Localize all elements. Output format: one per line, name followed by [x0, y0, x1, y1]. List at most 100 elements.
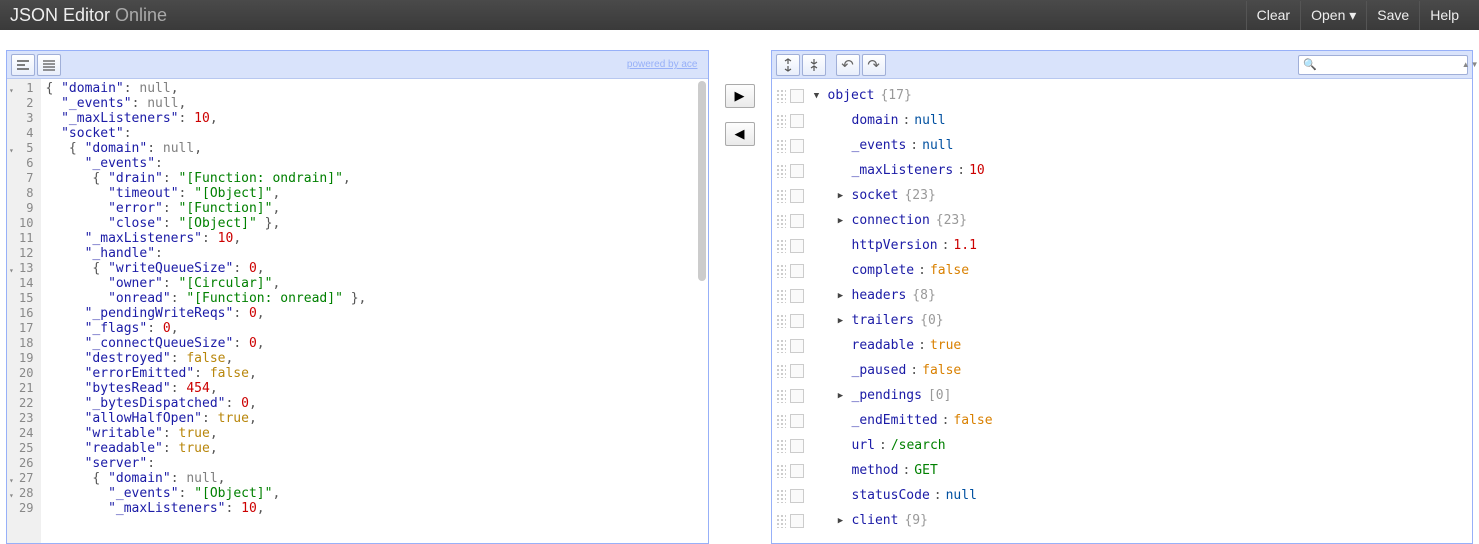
context-menu-button[interactable]	[790, 389, 804, 403]
tree-field[interactable]: url	[852, 438, 875, 453]
drag-handle-icon[interactable]	[776, 239, 786, 253]
tree-row[interactable]: _events:null	[772, 133, 1473, 158]
code-line[interactable]: "bytesRead": 454,	[45, 381, 703, 396]
tree-row[interactable]: ▶socket{23}	[772, 183, 1473, 208]
drag-handle-icon[interactable]	[776, 489, 786, 503]
powered-by-link[interactable]: powered by ace	[627, 59, 704, 70]
drag-handle-icon[interactable]	[776, 114, 786, 128]
tree-field[interactable]: domain	[852, 113, 899, 128]
copy-left-button[interactable]: ◀	[725, 122, 755, 146]
copy-right-button[interactable]: ▶	[725, 84, 755, 108]
code-line[interactable]: { "domain": null,	[45, 81, 703, 96]
tree-row[interactable]: method:GET	[772, 458, 1473, 483]
search-next-icon[interactable]: ▼	[1471, 60, 1479, 69]
tree-field[interactable]: _pendings	[852, 388, 922, 403]
context-menu-button[interactable]	[790, 264, 804, 278]
tree-row[interactable]: _maxListeners:10	[772, 158, 1473, 183]
tree-row[interactable]: url:/search	[772, 433, 1473, 458]
drag-handle-icon[interactable]	[776, 389, 786, 403]
tree-value[interactable]: false	[922, 363, 961, 378]
code-line[interactable]: "_bytesDispatched": 0,	[45, 396, 703, 411]
expand-toggle-icon[interactable]: ▶	[834, 516, 848, 526]
tree-value[interactable]: null	[914, 113, 945, 128]
tree-field[interactable]: _endEmitted	[852, 413, 938, 428]
tree-field[interactable]: _maxListeners	[852, 163, 954, 178]
drag-handle-icon[interactable]	[776, 514, 786, 528]
expand-all-button[interactable]	[776, 54, 800, 76]
tree-row[interactable]: _paused:false	[772, 358, 1473, 383]
tree-field[interactable]: headers	[852, 288, 907, 303]
drag-handle-icon[interactable]	[776, 189, 786, 203]
drag-handle-icon[interactable]	[776, 314, 786, 328]
code-line[interactable]: "_events": "[Object]",	[45, 486, 703, 501]
tree-row[interactable]: _endEmitted:false	[772, 408, 1473, 433]
fold-toggle-icon[interactable]: ▾	[9, 473, 14, 488]
code-line[interactable]: { "domain": null,	[45, 141, 703, 156]
tree-field[interactable]: readable	[852, 338, 915, 353]
tree-value[interactable]: false	[953, 413, 992, 428]
drag-handle-icon[interactable]	[776, 164, 786, 178]
expand-toggle-icon[interactable]: ▶	[834, 216, 848, 226]
code-editor[interactable]: 1▾2345▾678910111213▾14151617181920212223…	[7, 79, 708, 543]
context-menu-button[interactable]	[790, 364, 804, 378]
tree-field[interactable]: connection	[852, 213, 930, 228]
tree-view[interactable]: ▼object{17}domain:null_events:null_maxLi…	[772, 79, 1473, 543]
undo-button[interactable]: ↶	[836, 54, 860, 76]
fold-toggle-icon[interactable]: ▾	[9, 488, 14, 503]
code-line[interactable]: "_connectQueueSize": 0,	[45, 336, 703, 351]
search-prev-icon[interactable]: ▲	[1462, 60, 1470, 69]
drag-handle-icon[interactable]	[776, 364, 786, 378]
code-line[interactable]: "destroyed": false,	[45, 351, 703, 366]
context-menu-button[interactable]	[790, 164, 804, 178]
code-line[interactable]: "readable": true,	[45, 441, 703, 456]
context-menu-button[interactable]	[790, 89, 804, 103]
tree-row[interactable]: readable:true	[772, 333, 1473, 358]
context-menu-button[interactable]	[790, 139, 804, 153]
code-line[interactable]: "_pendingWriteReqs": 0,	[45, 306, 703, 321]
menu-clear[interactable]: Clear	[1246, 1, 1300, 30]
tree-row[interactable]: complete:false	[772, 258, 1473, 283]
expand-toggle-icon[interactable]: ▶	[834, 291, 848, 301]
code-line[interactable]: "_handle":	[45, 246, 703, 261]
drag-handle-icon[interactable]	[776, 89, 786, 103]
tree-field[interactable]: complete	[852, 263, 915, 278]
collapse-all-button[interactable]	[802, 54, 826, 76]
redo-button[interactable]: ↷	[862, 54, 886, 76]
tree-row[interactable]: ▶connection{23}	[772, 208, 1473, 233]
code-line[interactable]: "owner": "[Circular]",	[45, 276, 703, 291]
code-line[interactable]: "close": "[Object]" },	[45, 216, 703, 231]
context-menu-button[interactable]	[790, 339, 804, 353]
context-menu-button[interactable]	[790, 239, 804, 253]
tree-field[interactable]: method	[852, 463, 899, 478]
tree-field[interactable]: _paused	[852, 363, 907, 378]
code-line[interactable]: "error": "[Function]",	[45, 201, 703, 216]
drag-handle-icon[interactable]	[776, 464, 786, 478]
tree-field[interactable]: socket	[852, 188, 899, 203]
tree-value[interactable]: true	[930, 338, 961, 353]
tree-value[interactable]: false	[930, 263, 969, 278]
context-menu-button[interactable]	[790, 414, 804, 428]
context-menu-button[interactable]	[790, 489, 804, 503]
code-line[interactable]: "onread": "[Function: onread]" },	[45, 291, 703, 306]
fold-toggle-icon[interactable]: ▾	[9, 143, 14, 158]
context-menu-button[interactable]	[790, 114, 804, 128]
format-button[interactable]	[11, 54, 35, 76]
tree-value[interactable]: null	[946, 488, 977, 503]
tree-field[interactable]: object	[828, 88, 875, 103]
menu-help[interactable]: Help	[1419, 1, 1469, 30]
menu-open[interactable]: Open ▾	[1300, 1, 1366, 30]
context-menu-button[interactable]	[790, 464, 804, 478]
tree-value[interactable]: GET	[914, 463, 937, 478]
code-line[interactable]: "timeout": "[Object]",	[45, 186, 703, 201]
drag-handle-icon[interactable]	[776, 214, 786, 228]
code-line[interactable]: "_maxListeners": 10,	[45, 501, 703, 516]
code-body[interactable]: { "domain": null, "_events": null, "_max…	[41, 79, 707, 543]
context-menu-button[interactable]	[790, 514, 804, 528]
code-line[interactable]: { "domain": null,	[45, 471, 703, 486]
code-line[interactable]: "_maxListeners": 10,	[45, 111, 703, 126]
context-menu-button[interactable]	[790, 314, 804, 328]
compact-button[interactable]	[37, 54, 61, 76]
tree-field[interactable]: trailers	[852, 313, 915, 328]
tree-row[interactable]: domain:null	[772, 108, 1473, 133]
drag-handle-icon[interactable]	[776, 339, 786, 353]
